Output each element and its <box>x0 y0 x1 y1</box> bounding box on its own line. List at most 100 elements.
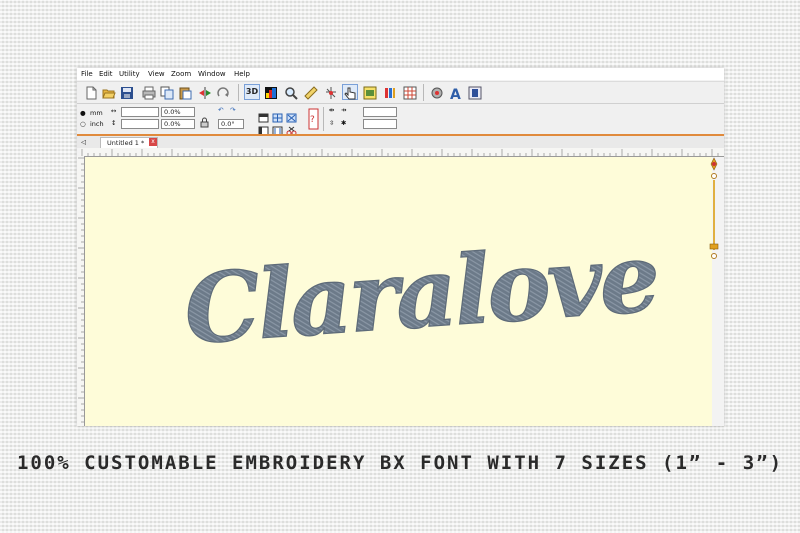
align-top-button[interactable] <box>257 107 270 123</box>
close-icon: x <box>151 138 155 145</box>
document-tab-title: Untitled 1 * <box>107 139 145 147</box>
center-button[interactable] <box>271 107 284 123</box>
ruler-icon <box>304 86 318 100</box>
zoom-out-icon[interactable] <box>711 253 717 259</box>
width-percent-field[interactable]: 0.0% <box>161 107 195 117</box>
3d-view-button[interactable]: 3D <box>244 84 260 100</box>
menu-edit[interactable]: Edit <box>99 70 113 78</box>
printer-icon <box>142 86 156 100</box>
promo-caption: 100% CUSTOMABLE EMBROIDERY BX FONT WITH … <box>16 452 784 474</box>
tab-close-button[interactable]: x <box>149 138 157 146</box>
svg-text:A: A <box>450 87 461 100</box>
properties-icon <box>363 86 377 100</box>
measure-button[interactable] <box>303 84 319 100</box>
new-file-button[interactable] <box>83 84 99 100</box>
needle-icon <box>326 87 336 99</box>
lock-ratio-button[interactable] <box>198 112 211 128</box>
fit-button[interactable] <box>285 107 298 123</box>
menu-zoom[interactable]: Zoom <box>171 70 191 78</box>
zoom-in-icon[interactable] <box>711 173 717 179</box>
new-file-icon <box>86 86 97 100</box>
zoom-button[interactable] <box>283 84 299 100</box>
mm-radio[interactable]: ● <box>80 109 86 117</box>
paste-button[interactable] <box>177 84 193 100</box>
embroidered-text[interactable]: Claralove <box>180 222 661 367</box>
text-tool-button[interactable]: A <box>448 84 464 103</box>
settings-button[interactable] <box>429 84 445 100</box>
zoom-control <box>704 156 724 268</box>
cut-button[interactable] <box>285 120 298 136</box>
rotate-ccw-icon[interactable]: ↶ <box>218 106 223 114</box>
color-palette-button[interactable] <box>263 84 279 100</box>
height-icon: ↕ <box>111 119 117 127</box>
select-tool-button[interactable] <box>342 84 358 100</box>
gear-icon <box>431 87 443 99</box>
hand-pointer-icon <box>344 87 356 100</box>
spacing-compress-icon[interactable]: ✱ <box>341 119 346 127</box>
monogram-icon <box>468 86 482 100</box>
embroidery-design: Claralove <box>180 222 661 367</box>
sequence-grid-icon <box>403 86 417 100</box>
properties-button[interactable] <box>362 84 378 100</box>
inch-label: inch <box>90 120 104 128</box>
stitch-info-icon: ? <box>308 108 319 130</box>
spacing-horizontal-icon[interactable]: ⇹ <box>329 106 334 114</box>
menu-view[interactable]: View <box>148 70 165 78</box>
rotate-cw-icon[interactable]: ↷ <box>230 106 235 114</box>
document-tab-bar: ◁ Untitled 1 * x <box>77 136 724 148</box>
tab-scroll-left-icon[interactable]: ◁ <box>81 138 86 146</box>
save-button[interactable] <box>119 84 135 100</box>
rotate-arrows-icon <box>217 87 229 97</box>
lock-icon <box>200 117 209 128</box>
letter-a-icon: A <box>450 87 461 103</box>
rotation-field[interactable]: 0.0° <box>218 119 244 129</box>
editor-window: File Edit Utility View Zoom Window Help 3D <box>77 68 724 426</box>
zoom-slider-handle[interactable] <box>709 243 719 250</box>
width-icon: ↔ <box>111 107 117 115</box>
toolbar-separator <box>323 107 324 131</box>
height-percent-field[interactable]: 0.0% <box>161 119 195 129</box>
zoom-slider-track[interactable] <box>713 180 715 250</box>
print-button[interactable] <box>141 84 157 100</box>
stitch-info-button[interactable]: ? <box>307 107 320 130</box>
toolbar-separator <box>238 84 239 101</box>
menu-help[interactable]: Help <box>234 70 250 78</box>
mirror-button[interactable] <box>197 84 213 100</box>
width-field[interactable] <box>121 107 159 117</box>
height-field[interactable] <box>121 119 159 129</box>
align-left-button[interactable] <box>257 120 270 136</box>
open-file-button[interactable] <box>101 84 117 100</box>
monogram-button[interactable] <box>467 84 483 100</box>
main-toolbar: 3D A <box>77 81 724 104</box>
save-disk-icon <box>121 87 133 99</box>
vertical-ruler <box>77 156 85 426</box>
distribute-button[interactable] <box>271 120 284 136</box>
spacing-vertical-icon[interactable]: ⇳ <box>329 119 334 127</box>
compass-north-icon[interactable] <box>710 157 718 171</box>
letter-spacing-field[interactable] <box>363 107 397 117</box>
copy-button[interactable] <box>159 84 175 100</box>
menu-file[interactable]: File <box>81 70 93 78</box>
toolbar-separator <box>423 84 424 101</box>
properties-toolbar: ● mm inch ○ ↔ ↕ 0.0% 0.0% ↶ ↷ 0.0° ? ⇹ ⇸… <box>77 104 724 136</box>
menu-bar: File Edit Utility View Zoom Window Help <box>77 68 724 80</box>
thread-spools-icon <box>385 88 395 98</box>
rotate-button[interactable] <box>215 84 231 100</box>
thread-color-button[interactable] <box>382 84 398 100</box>
line-spacing-field[interactable] <box>363 119 397 129</box>
svg-text:?: ? <box>310 115 315 125</box>
inch-radio[interactable]: ○ <box>80 120 86 128</box>
copy-icon <box>160 86 174 100</box>
design-canvas[interactable]: Claralove <box>85 157 712 426</box>
mirror-arrows-icon <box>199 87 211 99</box>
magnifier-icon <box>285 87 298 100</box>
color-palette-icon <box>265 87 277 99</box>
mm-label: mm <box>90 109 103 117</box>
menu-window[interactable]: Window <box>198 70 226 78</box>
horizontal-ruler <box>80 148 724 157</box>
open-folder-icon <box>102 89 116 99</box>
sequence-button[interactable] <box>402 84 418 100</box>
spacing-expand-icon[interactable]: ⇸ <box>341 106 346 114</box>
stitch-tool-button[interactable] <box>323 84 339 100</box>
menu-utility[interactable]: Utility <box>119 70 140 78</box>
